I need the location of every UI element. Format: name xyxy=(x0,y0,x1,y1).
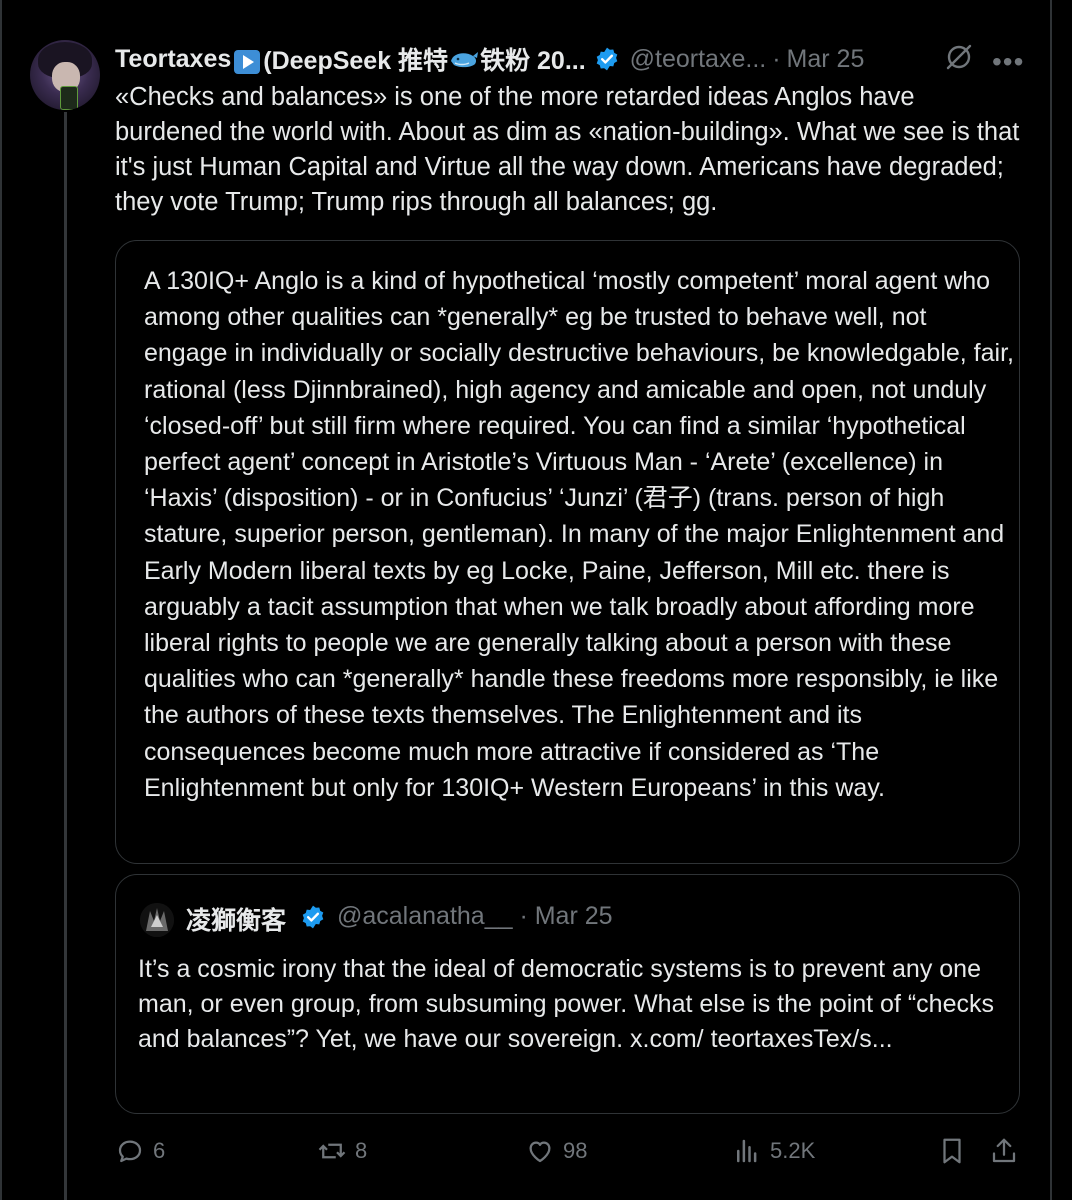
repost-button[interactable]: 8 xyxy=(317,1136,367,1166)
tweet-date[interactable]: Mar 25 xyxy=(787,45,865,74)
thread-connector-line xyxy=(64,112,67,1200)
repost-icon xyxy=(318,1143,346,1159)
views-button[interactable]: 5.2K xyxy=(732,1136,815,1166)
timeline-right-border xyxy=(1050,0,1052,1200)
tweet-text: «Checks and balances» is one of the more… xyxy=(115,83,1020,216)
quoted-author-avatar xyxy=(140,903,174,937)
header-separator: · xyxy=(772,44,781,73)
whale-emoji-icon xyxy=(451,52,479,68)
like-button[interactable]: 98 xyxy=(525,1136,587,1166)
author-handle[interactable]: @teortaxe... xyxy=(630,45,767,74)
like-count: 98 xyxy=(563,1138,588,1163)
reply-count: 6 xyxy=(153,1138,166,1163)
like-icon xyxy=(529,1141,551,1163)
author-name-part-3[interactable]: 铁粉 20... xyxy=(480,41,586,77)
quoted-author-handle-date: @acalanatha__ · Mar 25 xyxy=(337,902,613,930)
tweet-actions: 6 8 98 5.2K xyxy=(115,1136,1025,1176)
share-icon xyxy=(992,1138,1016,1163)
grok-icon[interactable] xyxy=(944,42,974,72)
repost-count: 8 xyxy=(355,1138,368,1163)
verified-badge-icon xyxy=(302,905,324,929)
timeline-left-border xyxy=(0,0,2,1200)
author-name-part-2[interactable]: (DeepSeek 推特 xyxy=(263,41,448,77)
tweet-header: Teortaxes (DeepSeek 推特 铁粉 20... @teortax… xyxy=(115,40,864,78)
quoted-excerpt-card[interactable]: A 130IQ+ Anglo is a kind of hypothetical… xyxy=(115,240,1020,864)
quoted-excerpt-text: A 130IQ+ Anglo is a kind of hypothetical… xyxy=(144,267,1014,802)
bookmark-icon xyxy=(943,1138,961,1164)
reply-button[interactable]: 6 xyxy=(115,1136,165,1166)
views-count: 5.2K xyxy=(770,1138,816,1163)
views-icon xyxy=(737,1139,757,1163)
window-top-edge xyxy=(0,0,1052,20)
author-avatar[interactable] xyxy=(30,40,100,110)
quoted-tweet-text: It’s a cosmic irony that the ideal of de… xyxy=(138,955,994,1053)
avatar-can xyxy=(60,86,78,110)
bookmark-button[interactable] xyxy=(937,1136,967,1166)
quoted-author-name: 凌獅衡客 xyxy=(186,907,287,935)
reply-icon xyxy=(118,1140,142,1163)
more-icon[interactable]: ••• xyxy=(992,46,1024,78)
quoted-tweet-card[interactable]: 凌獅衡客 @acalanatha__ · Mar 25 It’s a cosmi… xyxy=(115,874,1020,1114)
author-name-part-1[interactable]: Teortaxes xyxy=(115,45,231,74)
verified-badge-icon xyxy=(596,47,617,71)
play-badge-icon xyxy=(234,50,261,74)
share-button[interactable] xyxy=(989,1136,1019,1166)
